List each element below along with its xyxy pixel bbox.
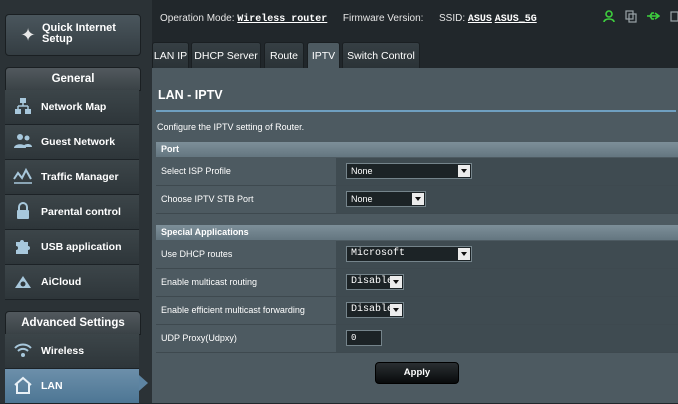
iptv-stb-port-value: None	[351, 194, 373, 204]
user-icon[interactable]	[603, 10, 619, 26]
tab-switch-control[interactable]: Switch Control	[342, 42, 420, 69]
firmware-version-label: Firmware Version:	[342, 13, 424, 24]
title-divider	[156, 110, 676, 112]
multicast-routing-select[interactable]: Disable	[346, 274, 404, 290]
special-applications-header: Special Applications	[156, 225, 678, 240]
multicast-routing-label: Enable multicast routing	[161, 277, 258, 287]
sidebar-item-parental-control[interactable]: Parental control	[5, 195, 139, 230]
sidebar-item-usb-application[interactable]: USB application	[5, 230, 139, 265]
dhcp-routes-value: Microsoft	[351, 248, 406, 259]
choose-iptv-stb-port-label: Choose IPTV STB Port	[161, 194, 254, 204]
sidebar-item-label: Network Map	[41, 101, 107, 113]
chevron-down-icon	[412, 193, 424, 205]
isp-profile-select[interactable]: None	[346, 163, 472, 179]
isp-profile-value: None	[351, 166, 373, 176]
ssid-label: SSID:	[439, 13, 466, 24]
sidebar-item-label: Parental control	[41, 206, 121, 218]
sidebar-item-label: USB application	[41, 241, 122, 253]
sidebar-item-label: Traffic Manager	[41, 171, 119, 183]
efficient-multicast-value: Disable	[351, 304, 394, 315]
udp-proxy-label: UDP Proxy(Udpxy)	[161, 333, 237, 343]
network-map-icon	[12, 96, 34, 118]
quick-internet-setup-button[interactable]: ✦ Quick Internet Setup	[5, 14, 141, 56]
sidebar-item-label: Wireless	[41, 345, 85, 357]
select-isp-profile-row: Select ISP Profile None	[156, 158, 678, 186]
main-content: LAN - IPTV Configure the IPTV setting of…	[152, 68, 678, 403]
lock-icon	[12, 201, 34, 223]
multicast-routing-row: Enable multicast routing Disable	[156, 269, 678, 297]
home-icon	[12, 375, 34, 397]
sidebar-item-network-map[interactable]: Network Map	[5, 90, 139, 125]
sidebar: ✦ Quick Internet Setup General Network M…	[0, 0, 152, 404]
udp-proxy-row: UDP Proxy(Udpxy) 0	[156, 325, 678, 353]
dhcp-routes-select[interactable]: Microsoft	[346, 246, 472, 262]
sidebar-item-aicloud[interactable]: AiCloud	[5, 265, 139, 300]
sidebar-item-label: Guest Network	[41, 136, 116, 148]
sidebar-item-label: AiCloud	[41, 276, 82, 288]
traffic-manager-icon	[12, 166, 34, 188]
ssid-link[interactable]: ASUS	[468, 14, 492, 25]
choose-iptv-stb-port-row: Choose IPTV STB Port None	[156, 186, 678, 214]
use-dhcp-routes-row: Use DHCP routes Microsoft	[156, 241, 678, 269]
status-icons	[597, 10, 678, 26]
iptv-stb-port-select[interactable]: None	[346, 191, 426, 207]
tab-route[interactable]: Route	[264, 42, 304, 69]
efficient-multicast-label: Enable efficient multicast forwarding	[161, 305, 305, 315]
tab-iptv[interactable]: IPTV	[307, 42, 340, 69]
select-isp-profile-label: Select ISP Profile	[161, 166, 231, 176]
printer-icon[interactable]	[670, 11, 678, 26]
sidebar-item-traffic-manager[interactable]: Traffic Manager	[5, 160, 139, 195]
general-heading: General	[5, 67, 141, 91]
quick-internet-setup-label: Quick Internet Setup	[42, 22, 116, 45]
operation-mode-label: Operation Mode:	[160, 13, 235, 24]
port-group-header: Port	[156, 142, 678, 157]
usb-icon[interactable]	[646, 11, 664, 26]
copy-icon[interactable]	[625, 10, 641, 26]
status-line: Operation Mode: Wireless router Firmware…	[160, 13, 537, 25]
chevron-down-icon	[458, 248, 470, 260]
puzzle-icon	[12, 236, 34, 258]
wand-icon: ✦	[20, 25, 36, 45]
tab-bar: LAN IP DHCP Server Route IPTV Switch Con…	[152, 42, 678, 69]
active-item-pointer	[139, 375, 148, 391]
page-title: LAN - IPTV	[158, 88, 223, 102]
efficient-multicast-select[interactable]: Disable	[346, 302, 404, 318]
udp-proxy-input[interactable]: 0	[346, 330, 382, 346]
sidebar-item-wireless[interactable]: Wireless	[5, 334, 139, 369]
tab-dhcp-server[interactable]: DHCP Server	[191, 42, 261, 69]
apply-button[interactable]: Apply	[375, 362, 459, 384]
chevron-down-icon	[390, 276, 402, 288]
cloud-icon	[12, 271, 34, 293]
page-description: Configure the IPTV setting of Router.	[157, 122, 305, 132]
chevron-down-icon	[458, 165, 470, 177]
guest-network-icon	[12, 131, 34, 153]
wifi-icon	[12, 340, 34, 362]
use-dhcp-routes-label: Use DHCP routes	[161, 249, 233, 259]
operation-mode-link[interactable]: Wireless router	[237, 14, 327, 25]
sidebar-item-guest-network[interactable]: Guest Network	[5, 125, 139, 160]
efficient-multicast-row: Enable efficient multicast forwarding Di…	[156, 297, 678, 325]
status-bar: Operation Mode: Wireless router Firmware…	[152, 0, 678, 42]
multicast-routing-value: Disable	[351, 276, 394, 287]
tab-lan-ip[interactable]: LAN IP	[152, 42, 189, 69]
ssid-link[interactable]: ASUS_5G	[495, 14, 537, 25]
chevron-down-icon	[390, 304, 402, 316]
sidebar-item-lan[interactable]: LAN	[5, 369, 139, 404]
sidebar-item-label: LAN	[41, 380, 63, 392]
advanced-settings-heading: Advanced Settings	[5, 311, 141, 335]
